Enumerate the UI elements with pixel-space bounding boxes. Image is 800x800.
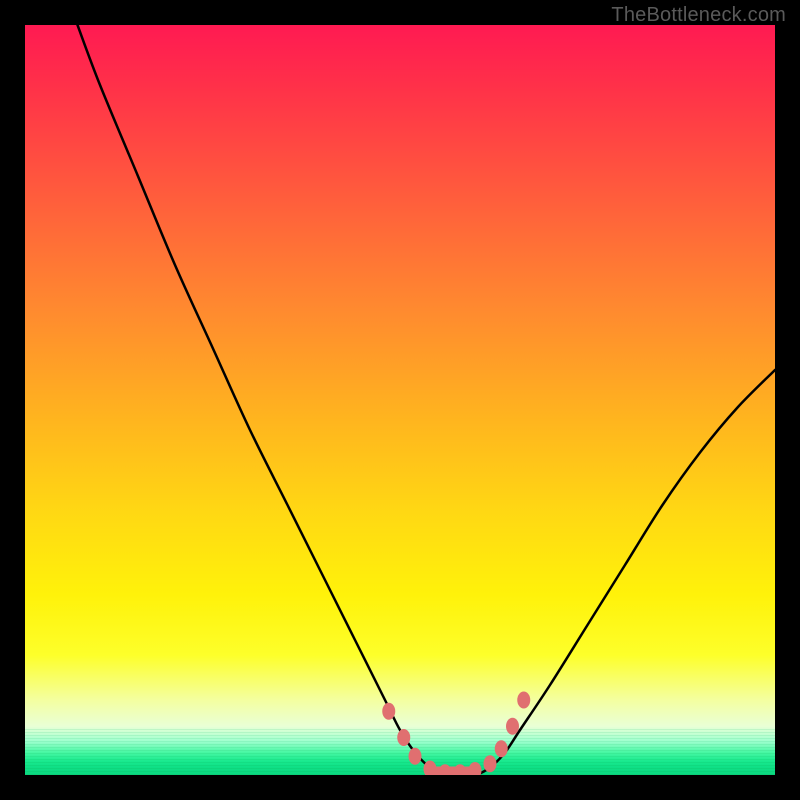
curve-marker <box>506 718 519 735</box>
curve-marker <box>397 729 410 746</box>
curve-marker <box>409 748 422 765</box>
plot-area <box>25 25 775 775</box>
curve-marker <box>517 692 530 709</box>
chart-frame: TheBottleneck.com <box>0 0 800 800</box>
curve-marker <box>484 755 497 772</box>
bottleneck-curve-svg <box>25 25 775 775</box>
curve-marker <box>454 764 467 775</box>
watermark-text: TheBottleneck.com <box>611 4 786 27</box>
curve-marker-group <box>382 692 530 776</box>
curve-marker <box>495 740 508 757</box>
curve-marker <box>382 703 395 720</box>
curve-marker <box>439 764 452 775</box>
bottleneck-curve-line <box>78 25 776 775</box>
curve-marker <box>469 762 482 775</box>
